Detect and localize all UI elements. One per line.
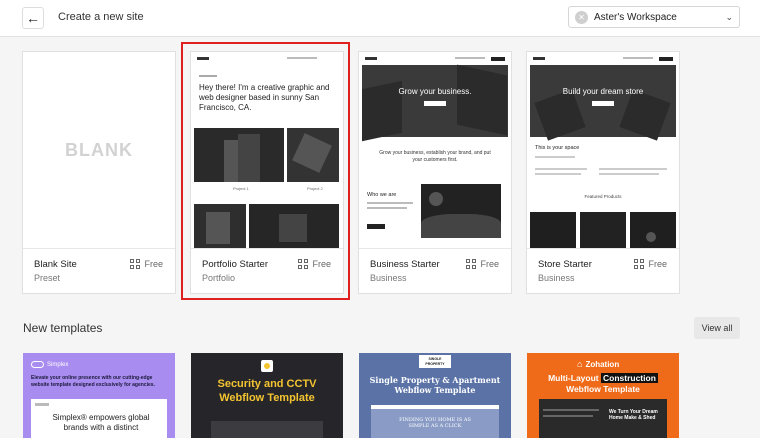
card-name: Portfolio Starter — [202, 259, 268, 270]
business-who: Who we are — [367, 192, 397, 198]
card-name: Blank Site — [34, 259, 77, 270]
business-hero: Grow your business. — [362, 64, 508, 142]
card-footer: Portfolio Starter Portfolio Free — [191, 248, 343, 294]
product-2 — [580, 212, 626, 248]
store-hero: Build your dream store — [530, 65, 676, 141]
store-thumbnail: Build your dream store This is your spac… — [527, 52, 679, 248]
portfolio-image-2 — [287, 128, 339, 182]
workspace-selector[interactable]: ✕ Aster's Workspace ⌄ — [568, 6, 740, 28]
template-card-simplex[interactable]: Simplex Elevate your online presence wit… — [23, 353, 175, 438]
zohation-headline-c: Webflow Template — [566, 384, 640, 394]
simplex-logo: Simplex — [47, 361, 69, 368]
thumb-nav — [365, 57, 505, 63]
property-preview: FINDING YOU HOME IS AS SIMPLE AS A CLICK — [371, 405, 499, 438]
template-grid-icon — [298, 259, 309, 269]
portfolio-image-4 — [249, 204, 339, 248]
portfolio-image-1 — [194, 128, 284, 182]
security-preview — [211, 421, 323, 438]
template-grid-icon — [634, 259, 645, 269]
circle-x-icon: ✕ — [575, 10, 588, 24]
simplex-logo-icon — [31, 361, 44, 368]
card-name: Store Starter — [538, 259, 592, 270]
price-text: Free — [144, 259, 163, 269]
product-3 — [630, 212, 676, 248]
template-grid-icon — [130, 259, 141, 269]
card-price: Free — [130, 259, 163, 269]
zohation-sub: We Turn Your Dream Home Make & Shed — [609, 409, 658, 421]
card-name: Business Starter — [370, 259, 440, 270]
simplex-headline: Simplex® empowers global brands with a d… — [52, 413, 150, 432]
product-1 — [530, 212, 576, 248]
project-2-label: Project 2 — [307, 186, 323, 191]
price-text: Free — [648, 259, 667, 269]
card-footer: Business Starter Business Free — [359, 248, 511, 294]
property-sub: FINDING YOU HOME IS AS SIMPLE AS A CLICK — [399, 417, 471, 429]
card-subtitle: Business — [370, 273, 407, 283]
property-headline: Single Property & Apartment Webflow Temp… — [369, 375, 501, 395]
portfolio-heading: Hey there! I'm a creative graphic and we… — [199, 83, 330, 112]
site-card-blank[interactable]: BLANK Blank Site Preset Free — [22, 51, 176, 294]
business-thumbnail: Grow your business. Grow your business, … — [359, 52, 511, 248]
template-card-property[interactable]: SINGLE PROPERTY Single Property & Apartm… — [359, 353, 511, 438]
view-all-button[interactable]: View all — [694, 317, 740, 339]
simplex-tagline: Elevate your online presence with our cu… — [31, 375, 155, 388]
store-hero-heading: Build your dream store — [562, 87, 644, 96]
arrow-left-icon: ← — [26, 10, 40, 26]
store-space: This is your space — [535, 145, 580, 151]
business-hero-heading: Grow your business. — [398, 87, 472, 96]
zohation-preview: We Turn Your Dream Home Make & Shed — [539, 399, 667, 438]
chevron-down-icon: ⌄ — [725, 11, 733, 22]
thumb-nav — [533, 57, 673, 63]
card-price: Free — [634, 259, 667, 269]
home-icon: ⌂ — [577, 359, 583, 369]
security-logo-icon — [261, 360, 273, 372]
card-price: Free — [466, 259, 499, 269]
price-text: Free — [480, 259, 499, 269]
store-featured: Featured Products — [584, 194, 622, 199]
template-card-zohation[interactable]: ⌂ Zohation Multi-Layout Construction Web… — [527, 353, 679, 438]
portfolio-thumbnail: Hey there! I'm a creative graphic and we… — [191, 52, 343, 248]
property-badge: SINGLE PROPERTY — [419, 355, 451, 368]
blank-thumb-text: BLANK — [65, 139, 133, 160]
back-button[interactable]: ← — [22, 7, 44, 29]
card-subtitle: Business — [538, 273, 575, 283]
site-card-store[interactable]: Build your dream store This is your spac… — [526, 51, 680, 294]
card-footer: Store Starter Business Free — [527, 248, 679, 294]
template-card-security[interactable]: Security and CCTV Webflow Template — [191, 353, 343, 438]
zohation-headline-a: Multi-Layout — [548, 373, 599, 383]
blank-thumbnail: BLANK — [23, 52, 175, 248]
site-card-portfolio[interactable]: Hey there! I'm a creative graphic and we… — [190, 51, 344, 294]
business-image — [421, 184, 501, 238]
price-text: Free — [312, 259, 331, 269]
portfolio-image-3 — [194, 204, 246, 248]
new-templates-title: New templates — [23, 321, 103, 335]
zohation-headline: Multi-Layout Construction Webflow Templa… — [533, 373, 673, 395]
business-body: Grow your business, establish your brand… — [379, 150, 491, 163]
card-subtitle: Preset — [34, 273, 61, 283]
project-1-label: Project 1 — [233, 186, 249, 191]
card-footer: Blank Site Preset Free — [23, 248, 175, 294]
simplex-preview: Simplex® empowers global brands with a d… — [31, 399, 167, 438]
site-card-business[interactable]: Grow your business. Grow your business, … — [358, 51, 512, 294]
workspace-name: Aster's Workspace — [594, 11, 677, 23]
template-grid-icon — [466, 259, 477, 269]
security-headline: Security and CCTV Webflow Template — [217, 378, 317, 404]
thumb-nav — [197, 57, 337, 63]
page-title: Create a new site — [58, 11, 144, 23]
card-price: Free — [298, 259, 331, 269]
top-bar: ← Create a new site ✕ Aster's Workspace … — [0, 0, 760, 37]
zohation-headline-b: Construction — [601, 373, 658, 383]
zohation-logo: Zohation — [585, 359, 620, 369]
card-subtitle: Portfolio — [202, 273, 236, 283]
